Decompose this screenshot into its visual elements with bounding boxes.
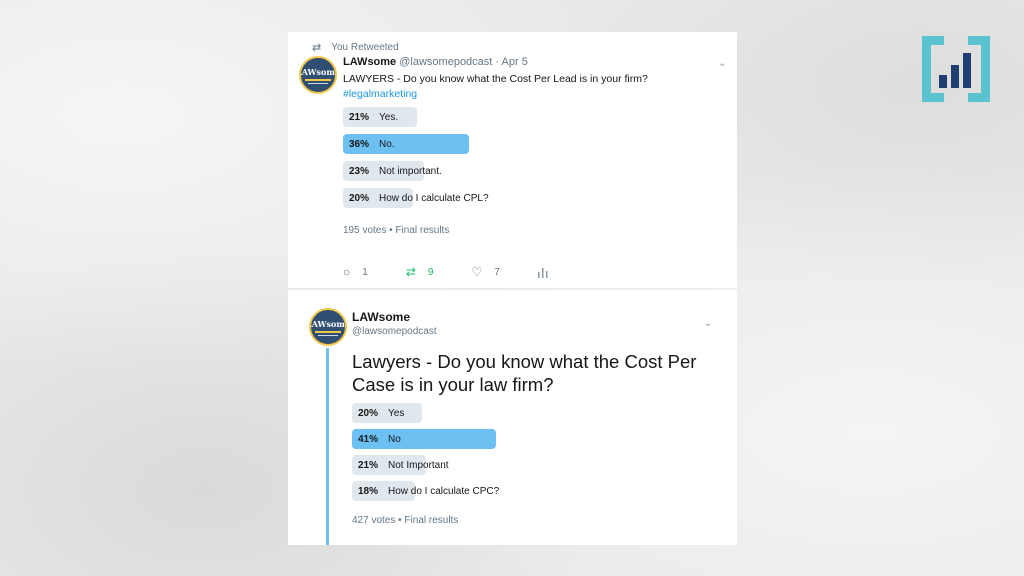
poll-percent: 20% bbox=[358, 407, 379, 419]
poll-option: 21% Not Important bbox=[352, 455, 449, 475]
avatar[interactable]: LAWsome bbox=[299, 56, 337, 94]
poll-option: 41% No bbox=[352, 429, 496, 449]
poll-label: Yes. bbox=[379, 111, 399, 123]
retweet-icon: ⇄ bbox=[405, 265, 416, 279]
poll-label: No bbox=[388, 433, 401, 445]
poll-label: Not important. bbox=[379, 165, 442, 177]
tweet-body: LAWYERS - Do you know what the Cost Per … bbox=[343, 73, 648, 85]
poll-label: How do I calculate CPC? bbox=[388, 485, 500, 497]
tweet-card: LAWsome LAWsome @lawsomepodcast ⌄ Lawyer… bbox=[288, 290, 737, 545]
tweet-header: LAWsome @lawsomepodcast · Apr 5 bbox=[343, 56, 528, 68]
poll-meta: 427 votes • Final results bbox=[352, 515, 459, 526]
tweet-text: LAWYERS - Do you know what the Cost Per … bbox=[343, 72, 648, 102]
avatar-text: LAWsome bbox=[311, 318, 345, 329]
poll-option: 18% How do I calculate CPC? bbox=[352, 481, 499, 501]
tweet-card-retweeted: ⇄ You Retweeted LAWsome LAWsome @lawsome… bbox=[288, 32, 737, 288]
poll-percent: 21% bbox=[349, 111, 370, 123]
retweet-context: ⇄ You Retweeted bbox=[312, 41, 399, 54]
poll-option: 36% No. bbox=[343, 134, 469, 154]
hashtag-link[interactable]: #legalmarketing bbox=[343, 87, 648, 102]
poll-percent: 36% bbox=[349, 138, 370, 150]
like-button[interactable]: ♡ 7 bbox=[471, 265, 499, 279]
analytics-button[interactable] bbox=[537, 267, 548, 278]
retweet-count: 9 bbox=[427, 266, 434, 278]
reply-button[interactable]: ○ 1 bbox=[343, 265, 368, 279]
retweet-icon: ⇄ bbox=[312, 42, 322, 54]
poll-percent: 41% bbox=[358, 433, 379, 445]
poll-label: No. bbox=[379, 138, 395, 150]
chevron-down-icon[interactable]: ⌄ bbox=[704, 318, 712, 329]
poll-label: How do I calculate CPL? bbox=[379, 192, 489, 204]
poll-percent: 21% bbox=[358, 459, 379, 471]
poll-option: 23% Not important. bbox=[343, 161, 442, 181]
tweet-header: LAWsome @lawsomepodcast bbox=[352, 310, 437, 337]
author-handle-date[interactable]: @lawsomepodcast · Apr 5 bbox=[399, 56, 528, 68]
reply-count: 1 bbox=[362, 266, 368, 278]
poll-label: Yes bbox=[388, 407, 405, 419]
chevron-down-icon[interactable]: ⌄ bbox=[718, 58, 726, 69]
reply-icon: ○ bbox=[343, 265, 351, 279]
poll-option: 20% How do I calculate CPL? bbox=[343, 188, 489, 208]
author-handle[interactable]: @lawsomepodcast bbox=[352, 326, 437, 337]
avatar-text: LAWsome bbox=[301, 66, 335, 77]
author-name[interactable]: LAWsome bbox=[343, 56, 396, 68]
poll-option: 20% Yes bbox=[352, 403, 422, 423]
analytics-icon bbox=[537, 267, 548, 278]
poll-option: 21% Yes. bbox=[343, 107, 417, 127]
heart-icon: ♡ bbox=[471, 265, 483, 279]
retweet-button[interactable]: ⇄ 9 bbox=[406, 265, 434, 279]
tweet-actions: ○ 1 ⇄ 9 ♡ 7 bbox=[343, 265, 586, 279]
like-count: 7 bbox=[494, 266, 500, 278]
poll-percent: 20% bbox=[349, 192, 370, 204]
poll-label: Not Important bbox=[388, 459, 449, 471]
poll-percent: 18% bbox=[358, 485, 379, 497]
bar-chart-logo-icon bbox=[922, 36, 990, 102]
avatar[interactable]: LAWsome bbox=[309, 308, 347, 346]
thread-line bbox=[326, 348, 329, 545]
retweet-context-label: You Retweeted bbox=[331, 42, 399, 53]
poll-percent: 23% bbox=[349, 165, 370, 177]
tweet-text: Lawyers - Do you know what the Cost Per … bbox=[352, 351, 697, 395]
poll-meta: 195 votes • Final results bbox=[343, 225, 450, 236]
author-name[interactable]: LAWsome bbox=[352, 310, 437, 324]
